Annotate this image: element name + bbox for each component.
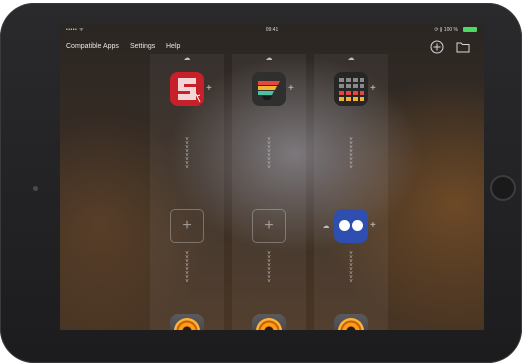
white-dot [339,220,350,231]
battery-percent: ⟳ ∦ 100 % [434,27,458,33]
carrier-signal: ••••• ᯤ [66,27,85,33]
add-circle-icon[interactable] [430,40,444,54]
channel-column-3: ☁ + ˅ ˅ ˅ ˅ ˅ ˅ ˅ ˅ ☁ + ˅ ˅ ˅ ˅ ˅ ˅ ˅ ˅ [314,54,388,330]
channel-column-2: ☁ + ˅ ˅ ˅ ˅ ˅ ˅ ˅ ˅ + ˅ ˅ ˅ ˅ ˅ ˅ ˅ ˅ [232,54,306,330]
folder-icon[interactable] [456,40,470,53]
speaker-ring-icon [256,318,282,330]
chevron-down-chain: ˅ ˅ ˅ ˅ ˅ ˅ ˅ ˅ [185,137,189,171]
add-effect-plus-icon[interactable]: + [370,84,380,94]
status-bar: ••••• ᯤ 09:41 ⟳ ∦ 100 % [60,24,484,36]
cloud-icon: ☁ [265,55,273,62]
color-stripes-app-icon[interactable] [252,72,286,106]
white-dot [352,220,363,231]
add-effect-plus-icon[interactable]: + [370,221,380,231]
chevron-down-chain: ˅ ˅ ˅ ˅ ˅ ˅ ˅ ˅ [267,251,271,285]
channel-column-1: ☁ + ˅ ˅ ˅ ˅ ˅ ˅ ˅ ˅ + ˅ ˅ ˅ ˅ ˅ ˅ ˅ ˅ [150,54,224,330]
chevron-down-chain: ˅ ˅ ˅ ˅ ˅ ˅ ˅ ˅ [349,251,353,285]
add-effect-plus-icon[interactable]: + [288,84,298,94]
orange-speaker-app-icon[interactable] [170,314,204,330]
battery-icon [463,27,477,32]
menu-compatible-apps[interactable]: Compatible Apps [66,43,119,50]
add-effect-plus-icon[interactable]: + [206,84,216,94]
cloud-icon: ☁ [322,223,330,230]
speaker-ring-icon [338,318,364,330]
drum-pad-app-icon[interactable] [334,72,368,106]
orange-speaker-app-icon[interactable] [252,314,286,330]
chevron-down-chain: ˅ ˅ ˅ ˅ ˅ ˅ ˅ ˅ [267,137,271,171]
empty-effect-slot[interactable]: + [252,209,286,243]
cloud-icon: ☁ [347,55,355,62]
home-button[interactable] [490,175,516,201]
status-time: 09:41 [265,27,279,33]
cloud-icon: ☁ [183,55,191,62]
chevron-down-chain: ˅ ˅ ˅ ˅ ˅ ˅ ˅ ˅ [185,251,189,285]
chevron-down-chain: ˅ ˅ ˅ ˅ ˅ ˅ ˅ ˅ [349,137,353,171]
orange-speaker-app-icon[interactable] [334,314,368,330]
menu-settings[interactable]: Settings [130,43,155,50]
menu-help[interactable]: Help [166,43,180,50]
speaker-ring-icon [174,318,200,330]
empty-effect-slot[interactable]: + [170,209,204,243]
app-screen: ••••• ᯤ 09:41 ⟳ ∦ 100 % Compatible Apps … [60,24,484,330]
menu-bar: Compatible Apps Settings Help [60,40,484,54]
front-camera [33,186,38,191]
blue-dots-app-icon[interactable] [334,209,368,243]
red-s-synth-app-icon[interactable] [170,72,204,106]
